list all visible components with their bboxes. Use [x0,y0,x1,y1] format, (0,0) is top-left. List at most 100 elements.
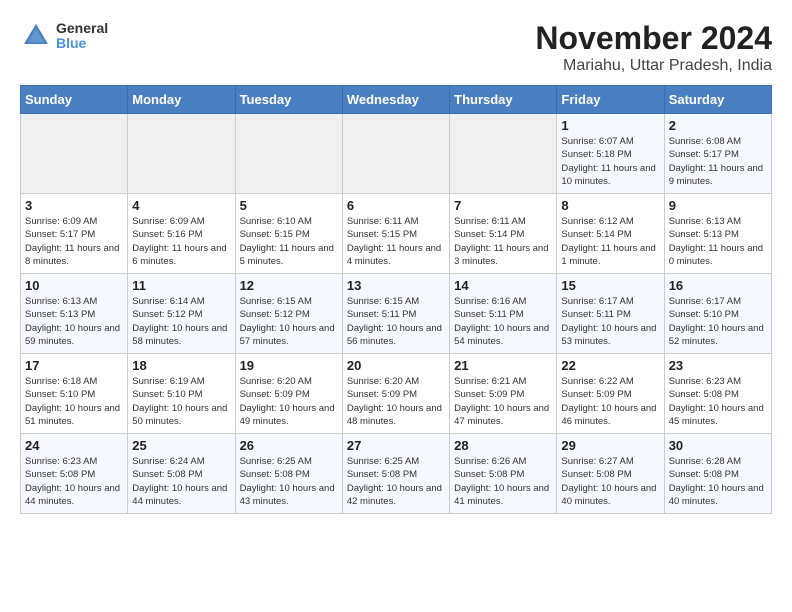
calendar-cell: 9 Sunrise: 6:13 AM Sunset: 5:13 PM Daylig… [664,194,771,274]
day-info: Sunrise: 6:15 AM Sunset: 5:11 PM Dayligh… [347,295,445,348]
day-number: 19 [240,358,338,373]
day-number: 3 [25,198,123,213]
calendar-cell [21,114,128,194]
week-row-3: 10 Sunrise: 6:13 AM Sunset: 5:13 PM Dayli… [21,274,772,354]
calendar-cell: 5Sunrise: 6:10 AM Sunset: 5:15 PM Daylig… [235,194,342,274]
location: Mariahu, Uttar Pradesh, India [535,57,772,75]
day-number: 24 [25,438,123,453]
day-info: Sunrise: 6:16 AM Sunset: 5:11 PM Dayligh… [454,295,552,348]
column-header-thursday: Thursday [450,86,557,114]
day-number: 21 [454,358,552,373]
day-number: 9 [669,198,767,213]
day-number: 23 [669,358,767,373]
day-info: Sunrise: 6:19 AM Sunset: 5:10 PM Dayligh… [132,375,230,428]
calendar-cell: 20Sunrise: 6:20 AM Sunset: 5:09 PM Dayli… [342,354,449,434]
week-row-1: 1Sunrise: 6:07 AM Sunset: 5:18 PM Daylig… [21,114,772,194]
calendar-cell: 15 Sunrise: 6:17 AM Sunset: 5:11 PM Dayli… [557,274,664,354]
day-number: 4 [132,198,230,213]
day-number: 29 [561,438,659,453]
logo-blue: Blue [56,36,108,51]
calendar-cell: 12Sunrise: 6:15 AM Sunset: 5:12 PM Dayli… [235,274,342,354]
calendar-cell: 22Sunrise: 6:22 AM Sunset: 5:09 PM Dayli… [557,354,664,434]
day-number: 28 [454,438,552,453]
column-header-tuesday: Tuesday [235,86,342,114]
day-info: Sunrise: 6:20 AM Sunset: 5:09 PM Dayligh… [347,375,445,428]
calendar-cell: 27 Sunrise: 6:25 AM Sunset: 5:08 PM Dayli… [342,434,449,514]
calendar-cell: 1Sunrise: 6:07 AM Sunset: 5:18 PM Daylig… [557,114,664,194]
day-info: Sunrise: 6:23 AM Sunset: 5:08 PM Dayligh… [669,375,767,428]
day-info: Sunrise: 6:09 AM Sunset: 5:17 PM Dayligh… [25,215,123,268]
calendar-cell: 21 Sunrise: 6:21 AM Sunset: 5:09 PM Dayli… [450,354,557,434]
calendar-cell: 18 Sunrise: 6:19 AM Sunset: 5:10 PM Dayli… [128,354,235,434]
calendar-cell: 25 Sunrise: 6:24 AM Sunset: 5:08 PM Dayli… [128,434,235,514]
day-number: 13 [347,278,445,293]
day-info: Sunrise: 6:24 AM Sunset: 5:08 PM Dayligh… [132,455,230,508]
calendar-cell: 2 Sunrise: 6:08 AM Sunset: 5:17 PM Daylig… [664,114,771,194]
day-info: Sunrise: 6:27 AM Sunset: 5:08 PM Dayligh… [561,455,659,508]
column-header-monday: Monday [128,86,235,114]
day-info: Sunrise: 6:23 AM Sunset: 5:08 PM Dayligh… [25,455,123,508]
calendar-cell [235,114,342,194]
day-info: Sunrise: 6:12 AM Sunset: 5:14 PM Dayligh… [561,215,659,268]
calendar-cell: 8 Sunrise: 6:12 AM Sunset: 5:14 PM Daylig… [557,194,664,274]
week-row-2: 3 Sunrise: 6:09 AM Sunset: 5:17 PM Daylig… [21,194,772,274]
column-header-sunday: Sunday [21,86,128,114]
day-info: Sunrise: 6:21 AM Sunset: 5:09 PM Dayligh… [454,375,552,428]
calendar-cell: 19 Sunrise: 6:20 AM Sunset: 5:09 PM Dayli… [235,354,342,434]
day-number: 18 [132,358,230,373]
logo-general: General [56,21,108,36]
day-info: Sunrise: 6:11 AM Sunset: 5:14 PM Dayligh… [454,215,552,268]
calendar-cell: 11Sunrise: 6:14 AM Sunset: 5:12 PM Dayli… [128,274,235,354]
day-info: Sunrise: 6:17 AM Sunset: 5:10 PM Dayligh… [669,295,767,348]
column-header-saturday: Saturday [664,86,771,114]
logo-text: General Blue [56,21,108,52]
calendar-cell: 13 Sunrise: 6:15 AM Sunset: 5:11 PM Dayli… [342,274,449,354]
day-number: 6 [347,198,445,213]
day-info: Sunrise: 6:18 AM Sunset: 5:10 PM Dayligh… [25,375,123,428]
day-number: 12 [240,278,338,293]
day-info: Sunrise: 6:13 AM Sunset: 5:13 PM Dayligh… [669,215,767,268]
day-info: Sunrise: 6:28 AM Sunset: 5:08 PM Dayligh… [669,455,767,508]
calendar-cell: 10 Sunrise: 6:13 AM Sunset: 5:13 PM Dayli… [21,274,128,354]
calendar-cell: 24 Sunrise: 6:23 AM Sunset: 5:08 PM Dayli… [21,434,128,514]
calendar-cell: 4 Sunrise: 6:09 AM Sunset: 5:16 PM Daylig… [128,194,235,274]
day-info: Sunrise: 6:09 AM Sunset: 5:16 PM Dayligh… [132,215,230,268]
day-number: 17 [25,358,123,373]
calendar-cell: 30Sunrise: 6:28 AM Sunset: 5:08 PM Dayli… [664,434,771,514]
calendar-cell: 28 Sunrise: 6:26 AM Sunset: 5:08 PM Dayli… [450,434,557,514]
calendar-cell [450,114,557,194]
header: General Blue November 2024 Mariahu, Utta… [20,20,772,75]
day-number: 8 [561,198,659,213]
day-info: Sunrise: 6:20 AM Sunset: 5:09 PM Dayligh… [240,375,338,428]
day-number: 27 [347,438,445,453]
calendar-header: SundayMondayTuesdayWednesdayThursdayFrid… [21,86,772,114]
calendar-cell: 7 Sunrise: 6:11 AM Sunset: 5:14 PM Daylig… [450,194,557,274]
day-info: Sunrise: 6:13 AM Sunset: 5:13 PM Dayligh… [25,295,123,348]
day-info: Sunrise: 6:07 AM Sunset: 5:18 PM Dayligh… [561,135,659,188]
logo: General Blue [20,20,108,52]
column-header-friday: Friday [557,86,664,114]
calendar-cell: 17 Sunrise: 6:18 AM Sunset: 5:10 PM Dayli… [21,354,128,434]
day-number: 2 [669,118,767,133]
day-info: Sunrise: 6:17 AM Sunset: 5:11 PM Dayligh… [561,295,659,348]
day-number: 16 [669,278,767,293]
day-number: 7 [454,198,552,213]
day-info: Sunrise: 6:26 AM Sunset: 5:08 PM Dayligh… [454,455,552,508]
column-header-wednesday: Wednesday [342,86,449,114]
calendar-cell: 26Sunrise: 6:25 AM Sunset: 5:08 PM Dayli… [235,434,342,514]
calendar-cell: 23 Sunrise: 6:23 AM Sunset: 5:08 PM Dayli… [664,354,771,434]
calendar-cell: 14Sunrise: 6:16 AM Sunset: 5:11 PM Dayli… [450,274,557,354]
calendar-cell: 16 Sunrise: 6:17 AM Sunset: 5:10 PM Dayli… [664,274,771,354]
day-info: Sunrise: 6:08 AM Sunset: 5:17 PM Dayligh… [669,135,767,188]
day-number: 11 [132,278,230,293]
day-info: Sunrise: 6:25 AM Sunset: 5:08 PM Dayligh… [240,455,338,508]
day-number: 15 [561,278,659,293]
day-info: Sunrise: 6:25 AM Sunset: 5:08 PM Dayligh… [347,455,445,508]
day-number: 25 [132,438,230,453]
calendar-cell: 29 Sunrise: 6:27 AM Sunset: 5:08 PM Dayli… [557,434,664,514]
day-number: 10 [25,278,123,293]
week-row-5: 24 Sunrise: 6:23 AM Sunset: 5:08 PM Dayli… [21,434,772,514]
calendar-cell: 3 Sunrise: 6:09 AM Sunset: 5:17 PM Daylig… [21,194,128,274]
week-row-4: 17 Sunrise: 6:18 AM Sunset: 5:10 PM Dayli… [21,354,772,434]
calendar-cell [342,114,449,194]
